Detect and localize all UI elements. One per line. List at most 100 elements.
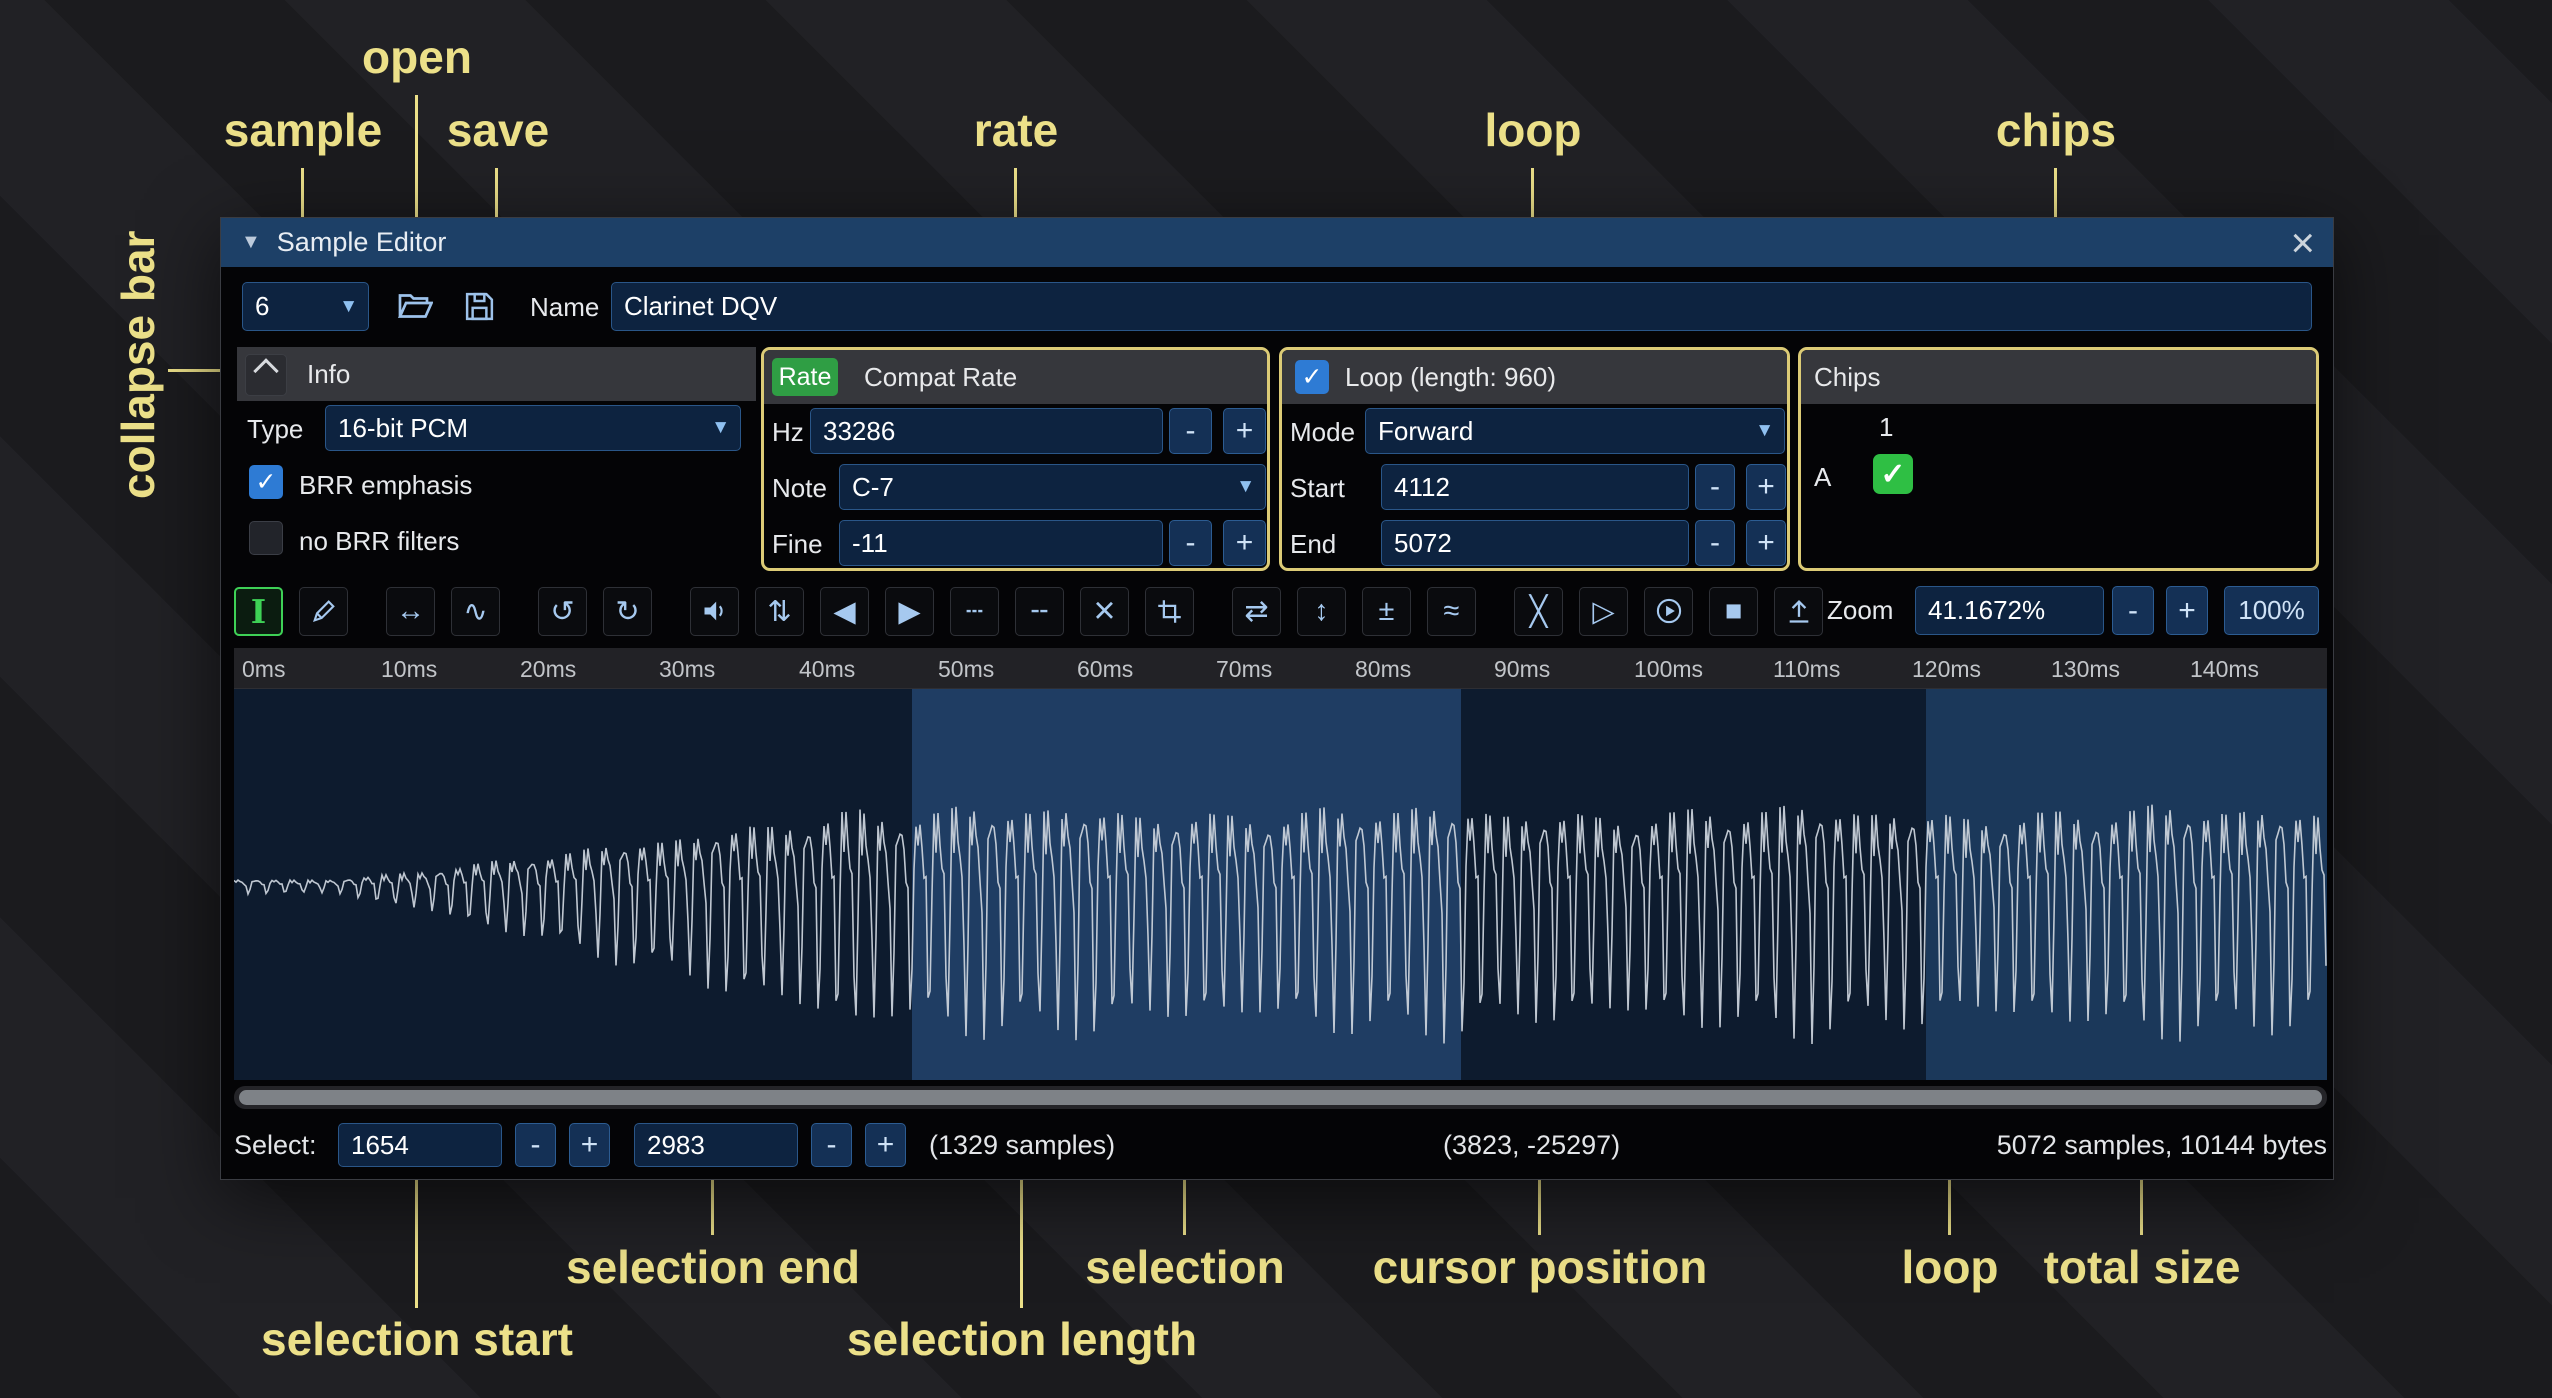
speaker-icon — [701, 597, 729, 625]
selection-start-plus-button[interactable]: + — [569, 1123, 610, 1167]
ruler-label: 10ms — [381, 656, 437, 683]
zoom-plus-button[interactable]: + — [2166, 586, 2208, 635]
hz-plus-button[interactable]: + — [1223, 408, 1266, 454]
annotation-selection-start-label: selection start — [217, 1312, 617, 1366]
zoom-label: Zoom — [1827, 595, 1893, 626]
fine-minus-button[interactable]: - — [1169, 520, 1212, 566]
waveform-view[interactable] — [234, 689, 2327, 1080]
vertical-arrows-icon: ↕ — [1314, 595, 1329, 628]
chip-enable-checkbox[interactable]: ✓ — [1873, 454, 1913, 494]
zoom-reset-button[interactable]: 100% — [2224, 586, 2319, 635]
time-ruler: 0ms 10ms 20ms 30ms 40ms 50ms 60ms 70ms 8… — [234, 648, 2327, 689]
apply-silence-button[interactable]: ╌ — [1015, 587, 1064, 636]
check-icon: ✓ — [256, 467, 277, 497]
i-beam-cursor-icon: I — [251, 595, 266, 628]
note-label: Note — [772, 473, 827, 504]
ruler-label: 20ms — [520, 656, 576, 683]
invert-button[interactable]: ↕ — [1297, 587, 1346, 636]
loop-end-value: 5072 — [1394, 528, 1452, 559]
chips-panel-header: Chips — [1801, 350, 2316, 404]
ruler-label: 60ms — [1077, 656, 1133, 683]
hz-minus-button[interactable]: - — [1169, 408, 1212, 454]
upload-button[interactable] — [1774, 587, 1823, 636]
selection-end-input[interactable]: 2983 — [634, 1123, 798, 1167]
plus-minus-icon: ± — [1379, 595, 1395, 628]
waveform-scrollbar[interactable] — [234, 1086, 2327, 1109]
edit-select-button[interactable]: I — [234, 587, 283, 636]
fade-in-button[interactable]: ◀ — [820, 587, 869, 636]
fade-out-button[interactable]: ▶ — [885, 587, 934, 636]
toolbar: I ↔ ∿ ↺ ↻ ⇅ ◀ ▶ ┄ ╌ × ⇄ ↕ ± ≈ — [234, 585, 1839, 637]
loop-panel-header: ✓ Loop (length: 960) — [1282, 350, 1787, 404]
status-bar: Select: 1654 - + 2983 - + (1329 samples)… — [234, 1122, 2327, 1169]
annotation-total-size-line — [2140, 1172, 2143, 1235]
ruler-label: 30ms — [659, 656, 715, 683]
folder-open-icon — [397, 288, 433, 324]
title-bar[interactable]: ▼ Sample Editor × — [221, 218, 2333, 267]
loop-start-minus-button[interactable]: - — [1695, 464, 1735, 510]
chips-header-label: Chips — [1814, 362, 1880, 393]
reverse-button[interactable]: ⇄ — [1232, 587, 1281, 636]
insert-silence-button[interactable]: ┄ — [950, 587, 999, 636]
name-label: Name — [530, 292, 599, 323]
edit-draw-button[interactable] — [299, 587, 348, 636]
normalize-button[interactable]: ⇅ — [755, 587, 804, 636]
filter-button[interactable]: ≈ — [1427, 587, 1476, 636]
crossfade-loop-button[interactable]: ╳ — [1514, 587, 1563, 636]
delete-button[interactable]: × — [1080, 587, 1129, 636]
annotation-collapse-bar-label: collapse bar — [111, 259, 165, 499]
preview-button[interactable]: ▷ — [1579, 587, 1628, 636]
undo-button[interactable]: ↺ — [538, 587, 587, 636]
sample-index-dropdown[interactable]: 6 ▼ — [242, 282, 369, 331]
fine-plus-button[interactable]: + — [1223, 520, 1266, 566]
close-button[interactable]: × — [2290, 218, 2315, 267]
zoom-input[interactable]: 41.1672% — [1915, 586, 2104, 635]
loop-mode-dropdown[interactable]: Forward ▼ — [1365, 408, 1785, 454]
selection-start-input[interactable]: 1654 — [338, 1123, 502, 1167]
annotation-selection-end-label: selection end — [513, 1240, 913, 1294]
stop-button[interactable]: ■ — [1709, 587, 1758, 636]
loop-end-label: End — [1290, 529, 1336, 560]
crossed-arrows-icon: ╳ — [1530, 594, 1547, 629]
resample-button[interactable]: ∿ — [451, 587, 500, 636]
loop-end-plus-button[interactable]: + — [1746, 520, 1786, 566]
dashed-line-icon: ┄ — [966, 594, 983, 629]
selection-end-plus-button[interactable]: + — [865, 1123, 906, 1167]
chevron-down-icon: ▼ — [711, 417, 730, 439]
sample-name-input[interactable]: Clarinet DQV — [611, 282, 2312, 331]
collapse-triangle-icon[interactable]: ▼ — [241, 231, 261, 254]
amplify-button[interactable] — [690, 587, 739, 636]
loop-enable-checkbox[interactable]: ✓ — [1295, 360, 1329, 394]
brr-emphasis-checkbox[interactable]: ✓ — [249, 465, 283, 499]
open-sample-button[interactable] — [393, 284, 437, 328]
loop-start-plus-button[interactable]: + — [1746, 464, 1786, 510]
selection-end-minus-button[interactable]: - — [811, 1123, 852, 1167]
annotation-chips-label: chips — [1956, 103, 2156, 157]
redo-button[interactable]: ↻ — [603, 587, 652, 636]
play-circle-button[interactable] — [1644, 587, 1693, 636]
zoom-minus-button[interactable]: - — [2112, 586, 2154, 635]
hz-label: Hz — [772, 417, 804, 448]
sample-index-value: 6 — [255, 291, 269, 322]
note-dropdown[interactable]: C-7 ▼ — [839, 464, 1266, 510]
ruler-label: 0ms — [242, 656, 285, 683]
annotation-cursor-position-line — [1538, 1172, 1541, 1235]
loop-end-input[interactable]: 5072 — [1381, 520, 1689, 566]
sample-type-dropdown[interactable]: 16-bit PCM ▼ — [325, 405, 741, 451]
annotation-open-label: open — [337, 30, 497, 84]
resize-button[interactable]: ↔ — [386, 587, 435, 636]
hz-input[interactable]: 33286 — [810, 408, 1163, 454]
fine-input[interactable]: -11 — [839, 520, 1163, 566]
no-brr-filters-checkbox[interactable] — [249, 521, 283, 555]
scrollbar-thumb[interactable] — [239, 1090, 2322, 1105]
save-sample-button[interactable] — [457, 284, 501, 328]
brr-emphasis-label: BRR emphasis — [299, 470, 472, 501]
collapse-bar-button[interactable] — [245, 354, 287, 396]
sign-button[interactable]: ± — [1362, 587, 1411, 636]
info-panel-header: Info — [237, 347, 756, 401]
trim-button[interactable] — [1145, 587, 1194, 636]
loop-end-minus-button[interactable]: - — [1695, 520, 1735, 566]
selection-start-minus-button[interactable]: - — [515, 1123, 556, 1167]
fine-value: -11 — [852, 528, 888, 559]
loop-start-input[interactable]: 4112 — [1381, 464, 1689, 510]
